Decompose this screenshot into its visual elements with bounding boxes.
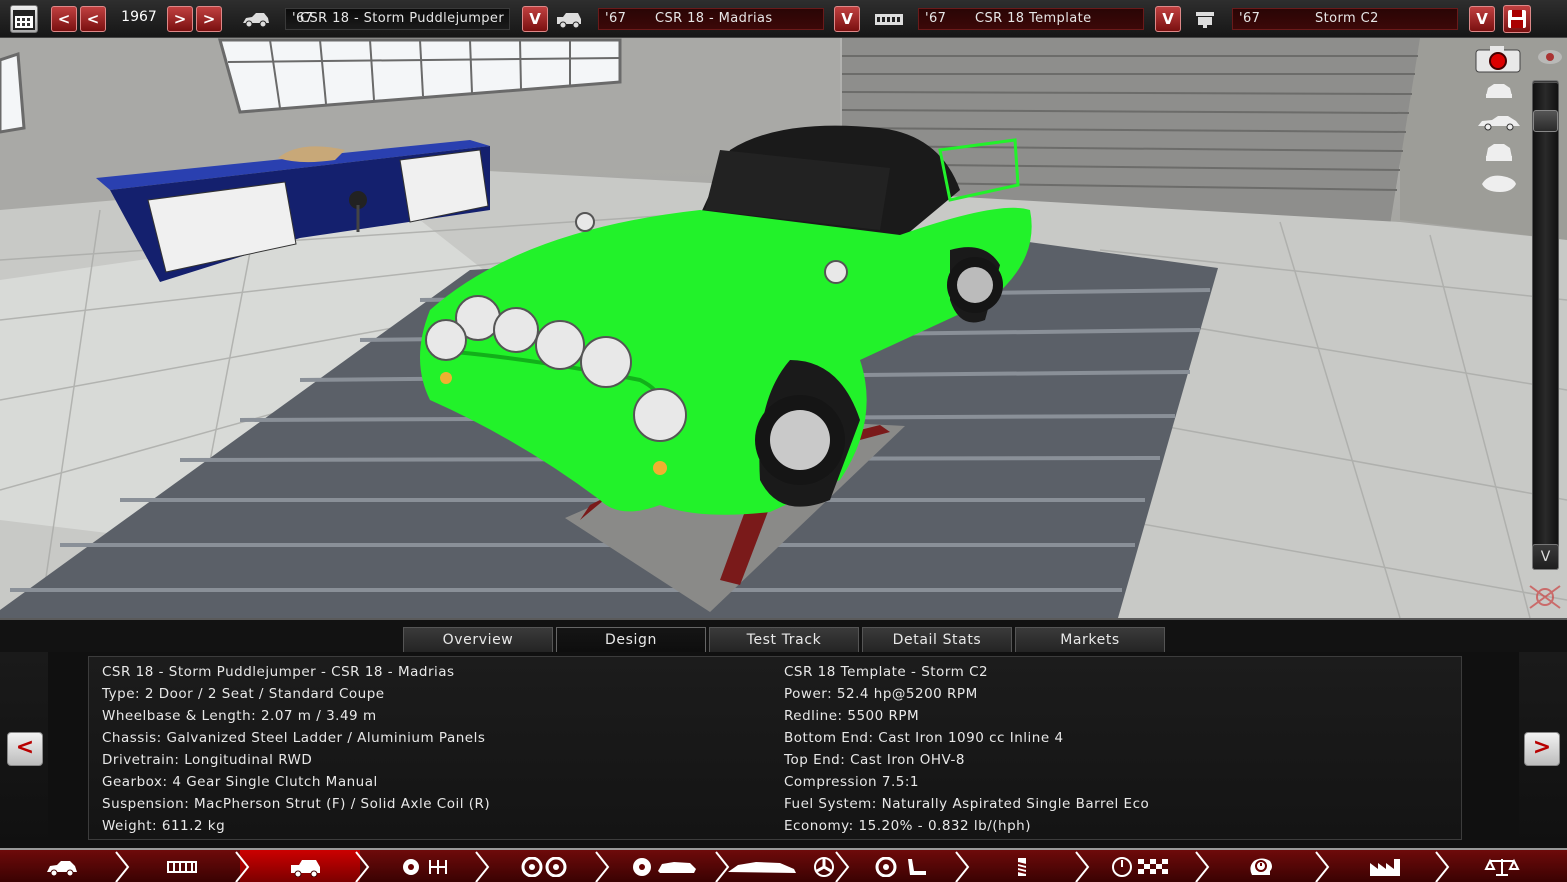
car-trim-icon	[557, 13, 581, 29]
engine-family-icon	[875, 14, 903, 25]
trim-year: '67	[605, 11, 627, 26]
car-side-view-icon[interactable]	[1476, 112, 1522, 132]
engine-variant-field[interactable]: '67 Storm C2	[1232, 8, 1458, 30]
car-chassis: Chassis: Galvanized Steel Ladder / Alumi…	[102, 730, 486, 746]
model-dropdown-button[interactable]: V	[522, 6, 548, 32]
engine-redline: Redline: 5500 RPM	[784, 708, 920, 724]
engine-variant-name: Storm C2	[1315, 11, 1379, 26]
garage-scene	[0, 38, 1567, 618]
tab-test-track[interactable]: Test Track	[709, 627, 859, 654]
designer-step-nav	[0, 848, 1567, 882]
car-front-view-icon[interactable]	[1482, 80, 1516, 102]
save-icon[interactable]	[1503, 5, 1531, 33]
camera-record-icon[interactable]	[1474, 44, 1522, 74]
tab-detail-stats[interactable]: Detail Stats	[862, 627, 1012, 654]
engine-family-field[interactable]: '67 CSR 18 Template	[918, 8, 1144, 30]
engine-compression: Compression 7.5:1	[784, 774, 919, 790]
camera-zoom-scrollbar[interactable]	[1532, 82, 1559, 570]
car-model-icon	[243, 13, 269, 28]
engine-family-dropdown-button[interactable]: V	[1155, 6, 1181, 32]
tab-bar: Overview Design Test Track Detail Stats …	[0, 618, 1567, 654]
engine-family-name: CSR 18 Template	[975, 11, 1092, 26]
model-field[interactable]: '67 CSR 18 - Storm Puddlejumper	[285, 8, 510, 30]
year-back-button[interactable]: <	[80, 6, 106, 32]
year-forward-10-button[interactable]: >	[196, 6, 222, 32]
year-back-10-button[interactable]: <	[51, 6, 77, 32]
car-3d-viewport[interactable]	[0, 38, 1567, 618]
car-full-name: CSR 18 - Storm Puddlejumper - CSR 18 - M…	[102, 664, 455, 680]
car-suspension: Suspension: MacPherson Strut (F) / Solid…	[102, 796, 491, 812]
engine-fuel-system: Fuel System: Naturally Aspirated Single …	[784, 796, 1150, 812]
engine-variant-year: '67	[1239, 11, 1261, 26]
tab-markets[interactable]: Markets	[1015, 627, 1165, 654]
trim-dropdown-button[interactable]: V	[834, 6, 860, 32]
top-toolbar: < < 1967 > > '67 CSR 18 - Storm Puddleju…	[0, 0, 1567, 38]
eye-icon[interactable]	[1536, 46, 1564, 68]
next-car-button[interactable]: >	[1524, 732, 1560, 766]
car-weight: Weight: 611.2 kg	[102, 818, 226, 834]
scrollbar-thumb[interactable]	[1533, 110, 1558, 132]
engine-variant-dropdown-button[interactable]: V	[1469, 6, 1495, 32]
previous-car-button[interactable]: <	[7, 732, 43, 766]
car-top-view-icon[interactable]	[1478, 170, 1520, 196]
model-name: CSR 18 - Storm Puddlejumper	[300, 11, 505, 26]
trim-name: CSR 18 - Madrias	[655, 11, 773, 26]
scroll-down-button[interactable]: V	[1532, 544, 1559, 570]
engine-top-end: Top End: Cast Iron OHV-8	[784, 752, 965, 768]
car-summary-panel: CSR 18 - Storm Puddlejumper - CSR 18 - M…	[88, 656, 1462, 840]
year-forward-button[interactable]: >	[167, 6, 193, 32]
nav-chevron-dividers	[115, 851, 1450, 882]
info-section: < > CSR 18 - Storm Puddlejumper - CSR 18…	[0, 652, 1567, 848]
year-display: 1967	[121, 9, 157, 25]
engine-full-name: CSR 18 Template - Storm C2	[784, 664, 989, 680]
car-type: Type: 2 Door / 2 Seat / Standard Coupe	[102, 686, 385, 702]
reset-view-icon[interactable]	[1526, 582, 1564, 612]
trim-field[interactable]: '67 CSR 18 - Madrias	[598, 8, 824, 30]
tab-design[interactable]: Design	[556, 627, 706, 654]
engine-bottom-end: Bottom End: Cast Iron 1090 cc Inline 4	[784, 730, 1064, 746]
engine-piston-icon	[1196, 12, 1214, 28]
engine-power: Power: 52.4 hp@5200 RPM	[784, 686, 978, 702]
car-drivetrain: Drivetrain: Longitudinal RWD	[102, 752, 313, 768]
engine-family-year: '67	[925, 11, 947, 26]
car-wheelbase: Wheelbase & Length: 2.07 m / 3.49 m	[102, 708, 377, 724]
calendar-icon[interactable]	[10, 5, 38, 33]
car-gearbox: Gearbox: 4 Gear Single Clutch Manual	[102, 774, 378, 790]
car-rear-view-icon[interactable]	[1482, 140, 1516, 164]
tab-overview[interactable]: Overview	[403, 627, 553, 654]
engine-economy: Economy: 15.20% - 0.832 lb/(hph)	[784, 818, 1031, 834]
